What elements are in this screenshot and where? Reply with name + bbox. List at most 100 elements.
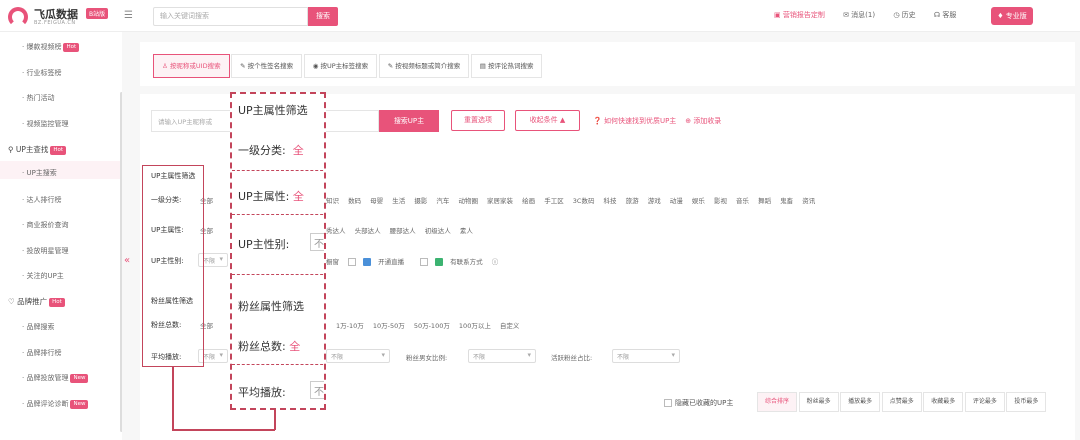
- sidebar-item-video-monitor[interactable]: · 视频监控管理: [22, 119, 68, 129]
- zoom-play-select: 不: [310, 381, 324, 399]
- attr-option[interactable]: 素人: [460, 227, 473, 235]
- menu-toggle-icon[interactable]: ☰: [124, 10, 133, 21]
- category-option[interactable]: 手工区: [544, 197, 564, 205]
- attr-option[interactable]: 腰部达人: [390, 227, 416, 235]
- collapse-button[interactable]: 收起条件 ▲: [515, 110, 580, 131]
- help-link[interactable]: ❓ 如何快速找到优质UP主: [593, 117, 676, 125]
- mid-select[interactable]: 不限: [326, 349, 390, 363]
- zoom-divider: [232, 274, 324, 275]
- sidebar-item-ranking[interactable]: · 达人排行榜: [22, 195, 61, 205]
- attr-option[interactable]: 初级达人: [425, 227, 451, 235]
- sidebar-item-brand-rank[interactable]: · 品牌排行榜: [22, 348, 61, 358]
- fans-option[interactable]: 1万-10万: [336, 322, 364, 330]
- callout-connector: [274, 410, 276, 430]
- category-option[interactable]: 家居家装: [487, 197, 513, 205]
- sidebar-active-bg: [0, 161, 120, 179]
- sidebar-item-brand-manage[interactable]: · 品牌投放管理 New: [22, 373, 89, 383]
- collapse-sidebar-icon[interactable]: «: [124, 255, 130, 266]
- category-options: 知识 数码 母婴 生活 摄影 汽车 动物圈 家居家装 绘画 手工区 3C数码 科…: [326, 195, 822, 205]
- tab-up-tag[interactable]: ◉ 按UP主标签搜索: [303, 54, 378, 78]
- category-option[interactable]: 动物圈: [458, 197, 478, 205]
- fans-option[interactable]: 10万-50万: [373, 322, 405, 330]
- sidebar-group-up[interactable]: ⚲ UP主查找 Hot: [8, 144, 67, 155]
- checkbox[interactable]: [664, 399, 672, 407]
- category-option[interactable]: 旅游: [626, 197, 639, 205]
- zoom-divider: [232, 170, 324, 171]
- marketing-report-link[interactable]: ▣ 营销报告定制: [774, 11, 833, 19]
- sidebar-item-brand-comments[interactable]: · 品牌评论诊断 New: [22, 399, 89, 409]
- logo-icon: [8, 7, 28, 27]
- live-icon: [363, 258, 372, 266]
- gender-ratio-select[interactable]: 不限: [468, 349, 536, 363]
- sidebar-item-hot-videos[interactable]: · 爆款视频榜 Hot: [22, 42, 80, 52]
- category-option[interactable]: 音乐: [736, 197, 749, 205]
- global-search-input[interactable]: 输入关键词搜索: [153, 7, 308, 26]
- category-option[interactable]: 科技: [604, 197, 617, 205]
- sort-coins[interactable]: 投币最多: [1006, 392, 1047, 412]
- category-option[interactable]: 绘画: [522, 197, 535, 205]
- callout-zoom-panel: UP主属性筛选 一级分类: 全 UP主属性: 全 UP主性别: 不 粉丝属性筛选…: [230, 92, 326, 410]
- vip-button[interactable]: ♦ 专业版: [991, 7, 1033, 25]
- active-fans-select[interactable]: 不限: [612, 349, 680, 363]
- category-option[interactable]: 摄影: [414, 197, 427, 205]
- category-option[interactable]: 资讯: [802, 197, 815, 205]
- zoom-divider: [232, 214, 324, 215]
- category-option[interactable]: 3C数码: [573, 197, 595, 205]
- hide-favorited-toggle[interactable]: 隐藏已收藏的UP主: [664, 398, 733, 408]
- attr-option[interactable]: 秀达人: [326, 227, 346, 235]
- sidebar-group-brand[interactable]: ♡ 品牌推广 Hot: [8, 296, 65, 307]
- logo[interactable]: 飞瓜数据 B站版 BZ.FEIGUA.CN: [8, 5, 118, 29]
- sidebar-item-hot-events[interactable]: · 热门活动: [22, 93, 54, 103]
- sort-likes[interactable]: 点赞最多: [881, 392, 922, 412]
- history-link[interactable]: ◷ 历史: [893, 11, 923, 19]
- sidebar-item-industry-tags[interactable]: · 行业标签榜: [22, 68, 61, 78]
- category-option[interactable]: 母婴: [370, 197, 383, 205]
- sidebar-item-price[interactable]: · 商业报价查询: [22, 220, 68, 230]
- category-option[interactable]: 影视: [714, 197, 727, 205]
- attr-option[interactable]: 头部达人: [355, 227, 381, 235]
- callout-connector: [172, 367, 174, 430]
- category-option[interactable]: 娱乐: [692, 197, 705, 205]
- category-option[interactable]: 知识: [326, 197, 339, 205]
- messages-link[interactable]: ✉ 消息(1): [843, 11, 883, 19]
- sort-fans[interactable]: 粉丝最多: [798, 392, 839, 412]
- zoom-fans: 粉丝总数: 全: [238, 340, 301, 353]
- category-option[interactable]: 汽车: [436, 197, 449, 205]
- up-search-button[interactable]: 搜索UP主: [379, 110, 439, 132]
- category-option[interactable]: 数码: [348, 197, 361, 205]
- add-fav-link[interactable]: ⊕ 添加收录: [685, 117, 721, 125]
- global-search-button[interactable]: 搜索: [308, 7, 338, 26]
- cb-contact[interactable]: 有联系方式 ⓘ: [420, 258, 498, 266]
- tab-comment-words[interactable]: ▤ 按评论热词搜索: [470, 54, 543, 78]
- phone-icon: [435, 258, 444, 266]
- sidebar-item-up-search[interactable]: · UP主搜索: [22, 168, 57, 178]
- sidebar-item-brand-search[interactable]: · 品牌搜索: [22, 322, 54, 332]
- fans-option[interactable]: 100万以上: [459, 322, 491, 330]
- tab-nickname-uid[interactable]: ♙ 按昵称或UID搜索: [153, 54, 230, 78]
- app-domain: BZ.FEIGUA.CN: [34, 20, 76, 26]
- category-option[interactable]: 生活: [392, 197, 405, 205]
- service-link[interactable]: ☊ 客服: [934, 11, 964, 19]
- fans-option[interactable]: 自定义: [500, 322, 520, 330]
- tab-signature[interactable]: ✎ 按个性签名搜索: [231, 54, 303, 78]
- reset-button[interactable]: 重置选项: [451, 110, 505, 131]
- sort-favorites[interactable]: 收藏最多: [923, 392, 964, 412]
- sort-comprehensive[interactable]: 综合排序: [757, 392, 798, 412]
- sort-comments[interactable]: 评论最多: [964, 392, 1005, 412]
- category-option[interactable]: 动漫: [670, 197, 683, 205]
- sidebar-item-followed[interactable]: · 关注的UP主: [22, 271, 64, 281]
- callout-connector: [172, 429, 275, 431]
- sort-plays[interactable]: 播放最多: [840, 392, 881, 412]
- category-option[interactable]: 鬼畜: [780, 197, 793, 205]
- sidebar: · 爆款视频榜 Hot · 行业标签榜 · 热门活动 · 视频监控管理 ⚲ UP主…: [0, 32, 123, 440]
- active-fans-label: 活跃粉丝占比:: [551, 354, 593, 362]
- category-option[interactable]: 舞蹈: [758, 197, 771, 205]
- cb-live[interactable]: 开通直播: [348, 258, 411, 266]
- category-option[interactable]: 游戏: [648, 197, 661, 205]
- checkbox[interactable]: [420, 258, 429, 266]
- sidebar-item-star-manage[interactable]: · 投放明星管理: [22, 246, 68, 256]
- fans-option[interactable]: 50万-100万: [414, 322, 450, 330]
- tab-video-title[interactable]: ✎ 按视频标题或简介搜索: [378, 54, 470, 78]
- callout-highlight-box: [142, 165, 204, 367]
- checkbox[interactable]: [348, 258, 357, 266]
